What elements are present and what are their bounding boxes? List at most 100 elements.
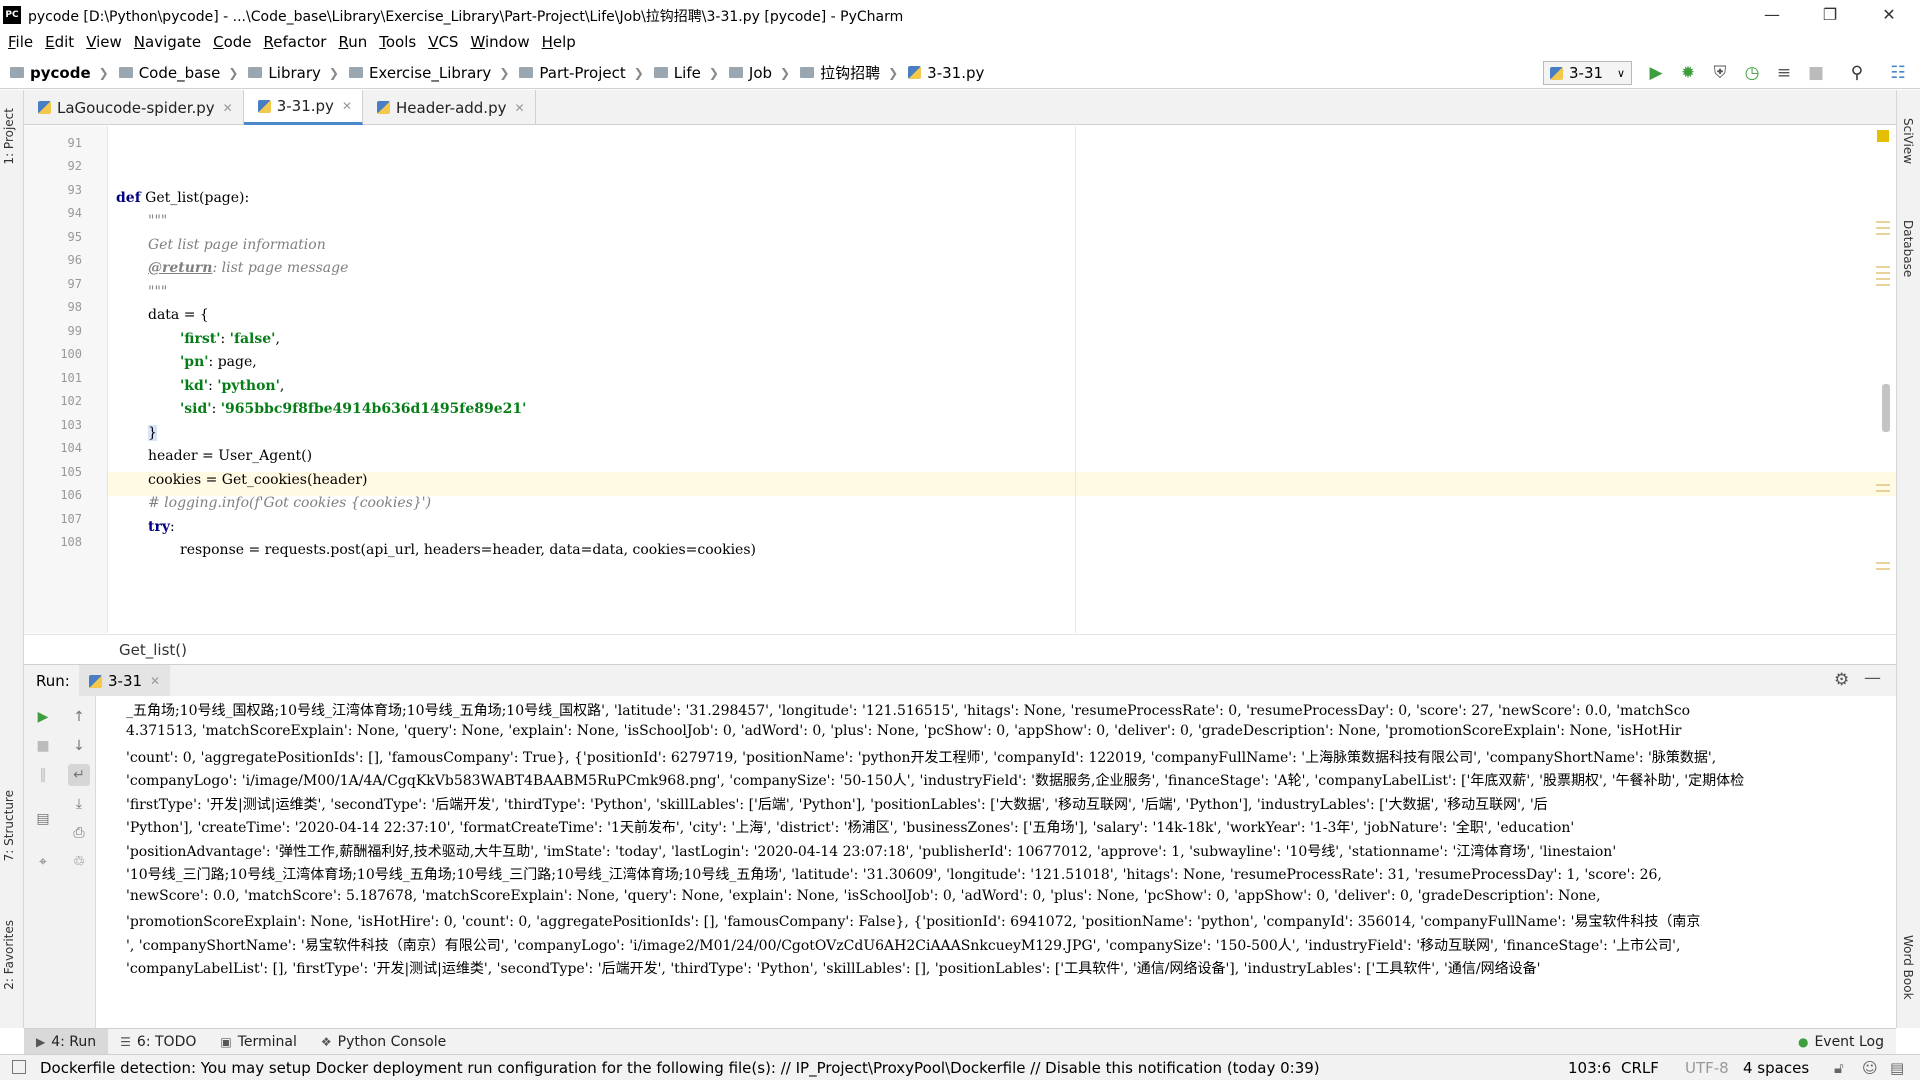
menu-tools[interactable]: Tools xyxy=(379,30,416,54)
run-console[interactable]: ▶ ↑ ■ ↓ ‖ ↵ ▤ ⤓ ⎙ ⌖ ♲ _五角场;10号线_国权路;10号线… xyxy=(24,696,1896,1028)
sciview-tool-tab[interactable]: SciView xyxy=(1901,118,1915,164)
error-stripe-mark xyxy=(1876,484,1890,486)
terminal-icon: ▣ xyxy=(220,1034,232,1049)
run-icon: ▶ xyxy=(36,1034,46,1049)
menu-refactor[interactable]: Refactor xyxy=(264,30,327,54)
menu-window[interactable]: Window xyxy=(470,30,529,54)
breadcrumb-file[interactable]: 3-31.py xyxy=(908,57,984,89)
menu-view[interactable]: View xyxy=(86,30,122,54)
structure-tool-tab[interactable]: 7: Structure xyxy=(2,790,16,861)
run-tab-3-31[interactable]: 3-31 ✕ xyxy=(79,665,171,697)
minimize-icon[interactable]: — xyxy=(1743,0,1801,30)
tool-windows-toggle-icon[interactable] xyxy=(12,1060,26,1074)
file-encoding[interactable]: UTF-8 xyxy=(1685,1059,1729,1077)
scroll-down-icon[interactable]: ↓ xyxy=(68,735,90,757)
print-icon[interactable]: ⎙ xyxy=(68,822,90,844)
menu-vcs[interactable]: VCS xyxy=(428,30,458,54)
code-editor[interactable]: 91 92 93 94 95 96 97 98 99 100 101 102 1… xyxy=(24,126,1896,633)
title-bar: PC pycode [D:\Python\pycode] - ...\Code_… xyxy=(0,0,1920,30)
rerun-icon[interactable]: ▶ xyxy=(32,706,54,728)
menu-help[interactable]: Help xyxy=(542,30,576,54)
menu-file[interactable]: File xyxy=(8,30,33,54)
lock-icon[interactable]: 🔓︎ xyxy=(1834,1059,1844,1077)
menu-edit[interactable]: Edit xyxy=(45,30,74,54)
breadcrumb-lagou[interactable]: 拉钩招聘 ❯ xyxy=(800,57,898,89)
close-tab-icon[interactable]: ✕ xyxy=(342,99,352,113)
run-icon[interactable]: ▶ xyxy=(1645,62,1667,84)
concurrency-icon[interactable]: ≡ xyxy=(1773,62,1795,84)
menu-run[interactable]: Run xyxy=(338,30,367,54)
debug-icon[interactable]: ✹ xyxy=(1677,62,1699,84)
console-line: 'companyLogo': 'i/image/M00/1A/4A/CgqKkV… xyxy=(126,773,1745,789)
console-line: 'firstType': '开发|测试|运维类', 'secondType': … xyxy=(126,797,1548,813)
stop-icon[interactable]: ■ xyxy=(32,735,54,757)
tab-lagoucode-spider[interactable]: LaGoucode-spider.py ✕ xyxy=(24,90,244,125)
clear-all-icon[interactable]: ♲ xyxy=(68,851,90,873)
wordbook-tool-tab[interactable]: Word Book xyxy=(1901,935,1915,1000)
function-breadcrumb[interactable]: Get_list() xyxy=(119,641,187,659)
menu-code[interactable]: Code xyxy=(213,30,251,54)
indent-setting[interactable]: 4 spaces xyxy=(1743,1059,1809,1077)
notifications-icon[interactable]: ▤ xyxy=(1890,1059,1904,1077)
code-line: 'pn': page, xyxy=(180,354,257,370)
settings-gear-icon[interactable]: ⚙ xyxy=(1834,670,1849,690)
close-tab-icon[interactable]: ✕ xyxy=(514,101,524,115)
caret-position[interactable]: 103:6 xyxy=(1568,1059,1611,1077)
breadcrumb-library[interactable]: Library ❯ xyxy=(248,57,339,89)
folder-icon xyxy=(728,67,743,78)
coverage-icon[interactable]: ⛨ xyxy=(1709,62,1731,84)
event-log-button[interactable]: ● Event Log xyxy=(1786,1029,1896,1055)
folder-icon xyxy=(653,67,668,78)
tab-python-console[interactable]: ❖ Python Console xyxy=(309,1029,458,1055)
close-tab-icon[interactable]: ✕ xyxy=(150,674,160,688)
favorites-tool-tab[interactable]: 2: Favorites xyxy=(2,920,16,990)
project-tool-tab[interactable]: 1: Project xyxy=(2,108,16,165)
code-line: def Get_list(page): xyxy=(116,190,250,206)
breadcrumb-life[interactable]: Life ❯ xyxy=(653,57,719,89)
status-message[interactable]: Dockerfile detection: You may setup Dock… xyxy=(40,1059,1320,1077)
run-configuration-select[interactable]: 3-31 ∨ xyxy=(1543,61,1632,85)
pin-tab-icon[interactable]: ⌖ xyxy=(32,851,54,873)
tab-3-31[interactable]: 3-31.py ✕ xyxy=(243,90,363,125)
tab-header-add[interactable]: Header-add.py ✕ xyxy=(363,90,536,125)
line-number: 94 xyxy=(67,206,82,220)
breadcrumb-job[interactable]: Job ❯ xyxy=(728,57,790,89)
console-line: 'promotionScoreExplain': None, 'isHotHir… xyxy=(126,914,1701,930)
profile-icon[interactable]: ◷ xyxy=(1741,62,1763,84)
breadcrumb-part-project[interactable]: Part-Project ❯ xyxy=(519,57,644,89)
line-separator[interactable]: CRLF xyxy=(1621,1059,1659,1077)
menu-navigate[interactable]: Navigate xyxy=(134,30,201,54)
console-line: 'companyLabelList': [], 'firstType': '开发… xyxy=(126,961,1541,977)
tab-todo[interactable]: ☰ 6: TODO xyxy=(108,1029,208,1055)
tab-run[interactable]: ▶ 4: Run xyxy=(24,1028,109,1055)
restore-icon[interactable]: ❐ xyxy=(1801,0,1859,30)
error-stripe-mark xyxy=(1876,233,1890,235)
breadcrumb-exercise-library[interactable]: Exercise_Library ❯ xyxy=(348,57,509,89)
current-line-highlight xyxy=(108,472,1896,496)
search-icon[interactable]: ⚲ xyxy=(1846,62,1868,84)
code-line: @return: list page message xyxy=(148,260,349,276)
code-line: 'first': 'false', xyxy=(180,331,280,347)
close-icon[interactable]: ✕ xyxy=(1860,0,1918,30)
editor-scrollbar[interactable] xyxy=(1882,384,1890,432)
scroll-up-icon[interactable]: ↑ xyxy=(68,706,90,728)
soft-wrap-icon[interactable]: ↵ xyxy=(68,764,90,786)
code-line: data = { xyxy=(148,307,209,323)
python-file-icon xyxy=(1550,66,1563,80)
breadcrumb-code-base[interactable]: Code_base ❯ xyxy=(118,57,238,89)
folder-icon xyxy=(800,67,815,78)
database-tool-tab[interactable]: Database xyxy=(1901,220,1915,277)
close-tab-icon[interactable]: ✕ xyxy=(223,101,233,115)
layout-icon[interactable]: ▤ xyxy=(32,808,54,830)
inspector-icon[interactable]: ☺ xyxy=(1862,1059,1878,1077)
scroll-to-end-icon[interactable]: ⤓ xyxy=(68,793,90,815)
hide-panel-icon[interactable]: — xyxy=(1864,668,1881,688)
pause-icon[interactable]: ‖ xyxy=(32,764,54,786)
stop-icon[interactable]: ■ xyxy=(1805,62,1827,84)
line-number: 103 xyxy=(60,418,82,432)
console-line: 'count': 0, 'aggregatePositionIds': [], … xyxy=(126,750,1717,766)
tab-terminal[interactable]: ▣ Terminal xyxy=(208,1029,309,1055)
translate-icon[interactable]: ☷ xyxy=(1887,62,1909,84)
breadcrumb-pycode[interactable]: pycode ❯ xyxy=(10,57,109,89)
code-line: cookies = Get_cookies(header) xyxy=(148,472,368,488)
